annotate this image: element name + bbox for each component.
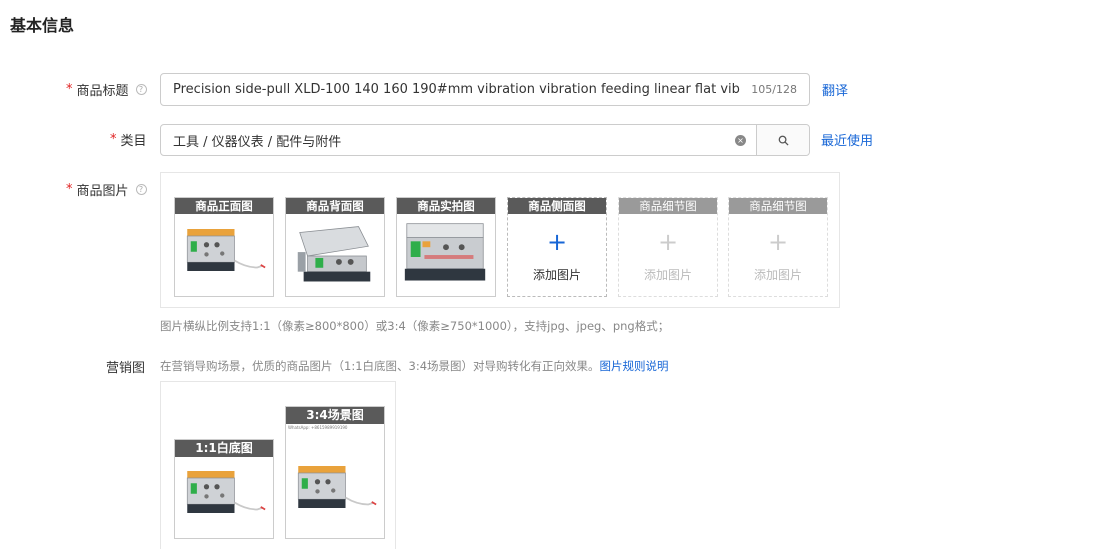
category-value[interactable]: 工具 / 仪器仪表 / 配件与附件 xyxy=(161,125,735,155)
title-char-count: 105/128 xyxy=(751,83,797,96)
image-format-tip: 图片横纵比例支持1:1（像素≥800*800）或3:4（像素≥750*1000）… xyxy=(160,319,670,333)
help-icon[interactable]: ? xyxy=(135,84,147,95)
recent-used-link[interactable]: 最近使用 xyxy=(821,130,873,149)
image-slot-side[interactable]: 商品侧面图 + 添加图片 xyxy=(507,197,607,297)
slot-label: 商品实拍图 xyxy=(397,198,495,214)
plus-icon: + xyxy=(657,228,679,256)
product-photo-square xyxy=(175,464,273,534)
image-slot-detail-1[interactable]: 商品细节图 + 添加图片 xyxy=(618,197,718,297)
title-label: 商品标题 xyxy=(76,84,129,99)
image-slot-back[interactable]: 商品背面图 xyxy=(285,197,385,297)
plus-icon: + xyxy=(546,228,568,256)
translate-link[interactable]: 翻译 xyxy=(822,80,848,99)
marketing-label: 营销图 xyxy=(106,361,146,376)
marketing-slot-square[interactable]: 1:1白底图 xyxy=(174,439,274,539)
category-label: 类目 xyxy=(120,134,147,149)
search-icon xyxy=(778,135,789,146)
required-mark: * xyxy=(66,82,73,97)
add-image-label: 添加图片 xyxy=(643,268,692,282)
required-mark: * xyxy=(110,132,117,147)
slot-label: 商品正面图 xyxy=(175,198,273,214)
slot-label: 1:1白底图 xyxy=(175,440,273,457)
title-label-row: * 商品标题 ? xyxy=(66,80,147,99)
plus-icon: + xyxy=(767,228,789,256)
help-icon[interactable]: ? xyxy=(135,184,147,195)
image-rules-link[interactable]: 图片规则说明 xyxy=(600,359,669,373)
marketing-desc-text: 在营销导购场景，优质的商品图片（1:1白底图、3:4场景图）对导购转化有正向效果… xyxy=(160,359,600,373)
slot-label: 商品背面图 xyxy=(286,198,384,214)
add-image-label: 添加图片 xyxy=(753,268,802,282)
required-mark: * xyxy=(66,182,73,197)
category-select[interactable]: 工具 / 仪器仪表 / 配件与附件 × xyxy=(160,124,810,156)
image-slot-detail-2[interactable]: 商品细节图 + 添加图片 xyxy=(728,197,828,297)
marketing-desc: 在营销导购场景，优质的商品图片（1:1白底图、3:4场景图）对导购转化有正向效果… xyxy=(160,358,669,374)
title-input-value[interactable]: Precision side-pull XLD-100 140 160 190#… xyxy=(173,82,741,97)
page-title: 基本信息 xyxy=(10,16,75,35)
marketing-images-panel: 1:1白底图 3:4场景图 WhatsApp: +8615989919190 xyxy=(160,381,396,549)
watermark-text: WhatsApp: +8615989919190 xyxy=(288,425,348,430)
product-photo-front xyxy=(175,222,273,292)
product-photo-back xyxy=(286,216,384,296)
add-image-label: 添加图片 xyxy=(532,268,581,282)
images-label: 商品图片 xyxy=(76,184,129,199)
category-label-row: * 类目 xyxy=(110,130,147,149)
product-photo-scene xyxy=(286,459,384,529)
title-input[interactable]: Precision side-pull XLD-100 140 160 190#… xyxy=(160,73,810,106)
category-search-button[interactable] xyxy=(756,125,809,155)
slot-label: 商品细节图 xyxy=(619,198,717,214)
slot-label: 3:4场景图 xyxy=(286,407,384,424)
image-slot-front[interactable]: 商品正面图 xyxy=(174,197,274,297)
marketing-slot-scene[interactable]: 3:4场景图 WhatsApp: +8615989919190 xyxy=(285,406,385,539)
clear-icon[interactable]: × xyxy=(735,134,746,146)
product-photo-real xyxy=(397,216,495,297)
images-label-row: * 商品图片 ? xyxy=(66,180,147,199)
slot-label: 商品侧面图 xyxy=(508,198,606,214)
slot-label: 商品细节图 xyxy=(729,198,827,214)
image-slot-photo[interactable]: 商品实拍图 xyxy=(396,197,496,297)
product-images-panel: 商品正面图 商品背面图 商品实拍图 商品侧面图 + 添加图片 商品细节图 + 添… xyxy=(160,172,840,308)
